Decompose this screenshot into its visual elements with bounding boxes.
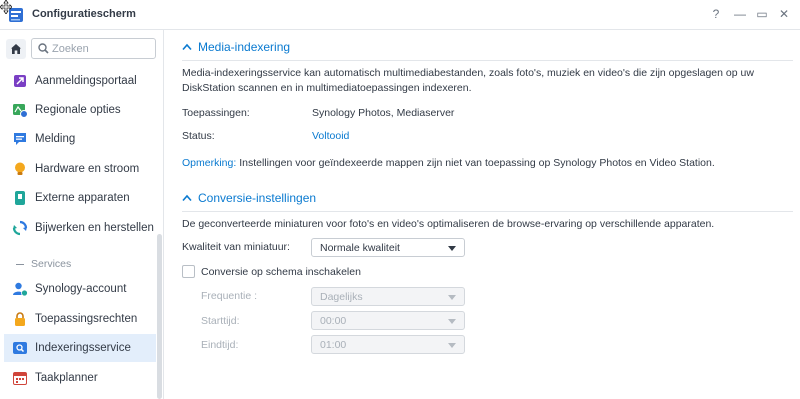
- sidebar-item-label: Bijwerken en herstellen: [35, 222, 154, 234]
- section-header-conversion[interactable]: Conversie-instellingen: [182, 191, 316, 205]
- section-header-media-indexing[interactable]: Media-indexering: [182, 40, 290, 54]
- help-button[interactable]: ?: [708, 6, 724, 22]
- window-title: Configuratiescherm: [32, 8, 136, 20]
- status-label: Status:: [182, 130, 215, 142]
- help-icon: ?: [712, 7, 720, 21]
- chevron-down-icon: [448, 295, 456, 300]
- search-icon: [38, 43, 49, 54]
- sidebar-item-application-privileges[interactable]: Toepassingsrechten: [4, 305, 156, 333]
- start-time-value: 00:00: [320, 315, 347, 327]
- search-input[interactable]: [52, 41, 152, 56]
- chevron-down-icon: [448, 319, 456, 324]
- conversion-description: De geconverteerde miniaturen voor foto's…: [182, 218, 715, 230]
- sidebar-item-label: Regionale opties: [35, 104, 121, 116]
- hardware-power-icon: [15, 162, 25, 175]
- regional-options-icon: [13, 104, 28, 118]
- quality-select[interactable]: Normale kwaliteit: [311, 238, 465, 257]
- sidebar-item-label: Taakplanner: [35, 372, 98, 384]
- minimize-button[interactable]: —: [732, 6, 748, 22]
- indexing-service-icon: [13, 342, 27, 354]
- status-link[interactable]: Voltooid: [312, 130, 349, 142]
- start-time-select[interactable]: 00:00: [311, 311, 465, 330]
- sidebar-scrollbar[interactable]: [157, 234, 162, 399]
- home-button[interactable]: [6, 39, 26, 59]
- sidebar-item-notification[interactable]: Melding: [4, 125, 156, 153]
- search-box: [31, 38, 156, 59]
- close-button[interactable]: ✕: [776, 6, 792, 22]
- move-cursor-icon: [0, 0, 12, 14]
- section-dash: [16, 263, 24, 265]
- sidebar-item-label: Hardware en stroom: [35, 163, 140, 175]
- external-devices-icon: [15, 191, 25, 205]
- sidebar-item-hardware-power[interactable]: Hardware en stroom: [4, 155, 156, 183]
- sidebar-item-label: Synology-account: [35, 283, 127, 295]
- chevron-up-icon: [182, 194, 192, 202]
- notification-icon: [14, 133, 26, 145]
- sidebar-item-label: Externe apparaten: [35, 192, 130, 204]
- section-title: Conversie-instellingen: [198, 191, 317, 205]
- schedule-checkbox-label: Conversie op schema inschakelen: [201, 266, 361, 278]
- sidebar-item-indexing-service[interactable]: Indexeringsservice: [4, 334, 156, 362]
- home-icon: [11, 44, 21, 54]
- login-portal-icon: [14, 75, 26, 87]
- sidebar-item-regional-options[interactable]: Regionale opties: [4, 96, 156, 124]
- section-divider: [182, 60, 793, 61]
- maximize-icon: ▭: [756, 7, 768, 21]
- sidebar-item-task-scheduler[interactable]: Taakplanner: [4, 364, 156, 392]
- quality-select-value: Normale kwaliteit: [320, 242, 400, 254]
- start-time-label: Starttijd:: [201, 315, 240, 327]
- end-time-value: 01:00: [320, 339, 347, 351]
- frequency-label: Frequentie :: [201, 290, 258, 302]
- note-text: Instellingen voor geïndexeerde mappen zi…: [236, 157, 715, 169]
- schedule-checkbox[interactable]: [182, 265, 195, 278]
- sidebar-item-label: Aanmeldingsportaal: [35, 75, 137, 87]
- sidebar-section-services: Services: [16, 258, 71, 270]
- sidebar-item-label: Indexeringsservice: [35, 342, 131, 354]
- sidebar-item-label: Melding: [35, 133, 76, 145]
- task-scheduler-icon: [13, 372, 27, 385]
- applications-value: Synology Photos, Mediaserver: [312, 107, 455, 119]
- end-time-select[interactable]: 01:00: [311, 335, 465, 354]
- applications-label: Toepassingen:: [182, 107, 250, 119]
- sidebar-item-label: Toepassingsrechten: [35, 313, 138, 325]
- sidebar-item-synology-account[interactable]: Synology-account: [4, 275, 156, 303]
- section-divider: [182, 211, 793, 212]
- synology-account-icon: [13, 282, 28, 297]
- application-privileges-icon: [15, 312, 25, 326]
- frequency-select-value: Dagelijks: [320, 291, 363, 303]
- section-label: Services: [31, 258, 72, 270]
- frequency-select[interactable]: Dagelijks: [311, 287, 465, 306]
- end-time-label: Eindtijd:: [201, 339, 239, 351]
- title-bar: Configuratiescherm ? — ▭ ✕: [0, 0, 800, 30]
- section-title: Media-indexering: [198, 40, 291, 54]
- chevron-down-icon: [448, 343, 456, 348]
- note-key: Opmerking:: [182, 157, 237, 169]
- update-restore-icon: [12, 220, 28, 236]
- quality-label: Kwaliteit van miniatuur:: [182, 241, 290, 253]
- chevron-down-icon: [448, 246, 456, 251]
- close-icon: ✕: [778, 7, 790, 21]
- main-content: Media-indexering Media-indexeringsservic…: [165, 30, 800, 399]
- media-indexing-description: Media-indexeringsservice kan automatisch…: [182, 67, 754, 94]
- chevron-up-icon: [182, 43, 192, 51]
- sidebar-item-login-portal[interactable]: Aanmeldingsportaal: [4, 67, 156, 95]
- sidebar: Aanmeldingsportaal Regionale opties Meld…: [0, 30, 164, 399]
- note: Opmerking: Instellingen voor geïndexeerd…: [182, 156, 792, 171]
- sidebar-item-update-restore[interactable]: Bijwerken en herstellen: [4, 214, 156, 242]
- sidebar-item-external-devices[interactable]: Externe apparaten: [4, 184, 156, 212]
- maximize-button[interactable]: ▭: [754, 6, 770, 22]
- minimize-icon: —: [734, 7, 746, 21]
